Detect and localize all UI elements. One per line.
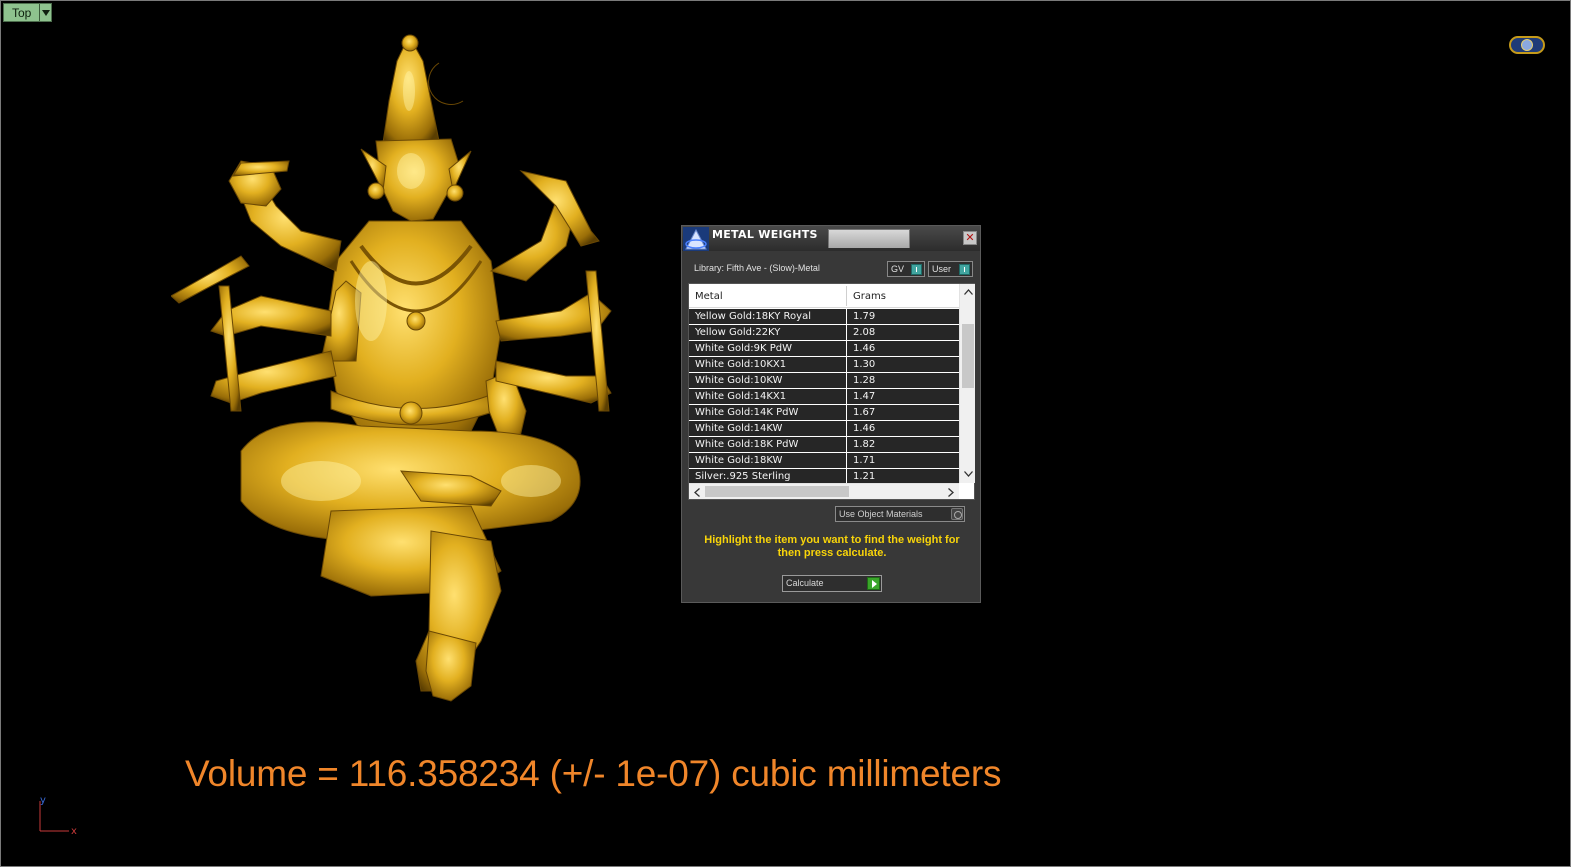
- chevron-down-icon[interactable]: [39, 4, 52, 21]
- table-row[interactable]: Yellow Gold:22KY 2.08: [689, 325, 959, 341]
- table-header: Metal Grams: [689, 284, 959, 308]
- gold-statue-model[interactable]: [171, 31, 631, 711]
- volume-readout: Volume = 116.358234 (+/- 1e-07) cubic mi…: [185, 753, 1002, 794]
- calculate-button[interactable]: Calculate: [782, 575, 882, 592]
- table-body: Yellow Gold:18KY Royal 1.79 Yellow Gold:2…: [689, 309, 959, 485]
- play-icon: [867, 577, 880, 590]
- chevron-left-icon[interactable]: [690, 485, 704, 499]
- user-toggle[interactable]: User: [928, 261, 973, 277]
- toggle-indicator-icon: [959, 264, 970, 275]
- horizontal-scrollbar[interactable]: [689, 483, 959, 499]
- panel-title: METAL WEIGHTS: [712, 228, 818, 241]
- chevron-up-icon[interactable]: [961, 285, 975, 299]
- view-selector[interactable]: Top: [3, 3, 53, 22]
- use-object-materials-label: Use Object Materials: [839, 509, 923, 519]
- table-row[interactable]: White Gold:14KW 1.46: [689, 421, 959, 437]
- horizontal-scroll-thumb[interactable]: [705, 486, 849, 497]
- table-row[interactable]: White Gold:14KX1 1.47: [689, 389, 959, 405]
- toggle-indicator-icon: [911, 264, 922, 275]
- navigation-cube-icon[interactable]: [1509, 36, 1545, 54]
- use-object-materials-toggle[interactable]: Use Object Materials: [835, 506, 965, 522]
- vertical-scrollbar[interactable]: [959, 284, 975, 483]
- table-row[interactable]: White Gold:18KW 1.71: [689, 453, 959, 469]
- table-row[interactable]: White Gold:10KW 1.28: [689, 373, 959, 389]
- matrix-logo-icon: [683, 227, 709, 251]
- instruction-text: Highlight the item you want to find the …: [704, 534, 960, 559]
- chevron-down-icon[interactable]: [961, 467, 975, 481]
- table-row[interactable]: Yellow Gold:18KY Royal 1.79: [689, 309, 959, 325]
- panel-titlebar[interactable]: METAL WEIGHTS ✕: [682, 226, 980, 251]
- vertical-scroll-thumb[interactable]: [962, 324, 974, 388]
- axis-triad: y x: [39, 795, 77, 837]
- gv-label: GV: [891, 264, 905, 274]
- axis-y-label: y: [40, 795, 46, 806]
- chevron-right-icon[interactable]: [944, 485, 958, 499]
- axis-x-label: x: [71, 826, 77, 837]
- radio-icon: [951, 508, 963, 520]
- metal-weights-table[interactable]: Metal Grams Yellow Gold:18KY Royal 1.79 Y…: [688, 283, 975, 500]
- library-label: Library: Fifth Ave - (Slow)-Metal: [694, 263, 820, 273]
- calculate-label: Calculate: [786, 578, 824, 588]
- view-name[interactable]: Top: [4, 4, 40, 21]
- globe-icon: [1521, 39, 1533, 51]
- gv-toggle[interactable]: GV: [887, 261, 925, 277]
- metal-weights-panel: METAL WEIGHTS ✕ Library: Fifth Ave - (Sl…: [681, 225, 981, 603]
- column-header-metal[interactable]: Metal: [695, 291, 723, 302]
- 3d-viewport[interactable]: Top Volume = 116.358234 (+/- 1e-07) cubi…: [0, 0, 1571, 867]
- panel-tab-strip: [828, 229, 910, 248]
- close-icon[interactable]: ✕: [963, 231, 977, 245]
- table-row[interactable]: White Gold:10KX1 1.30: [689, 357, 959, 373]
- table-row[interactable]: White Gold:9K PdW 1.46: [689, 341, 959, 357]
- user-label: User: [932, 264, 952, 274]
- table-row[interactable]: White Gold:14K PdW 1.67: [689, 405, 959, 421]
- column-header-grams[interactable]: Grams: [853, 291, 886, 302]
- table-row[interactable]: White Gold:18K PdW 1.82: [689, 437, 959, 453]
